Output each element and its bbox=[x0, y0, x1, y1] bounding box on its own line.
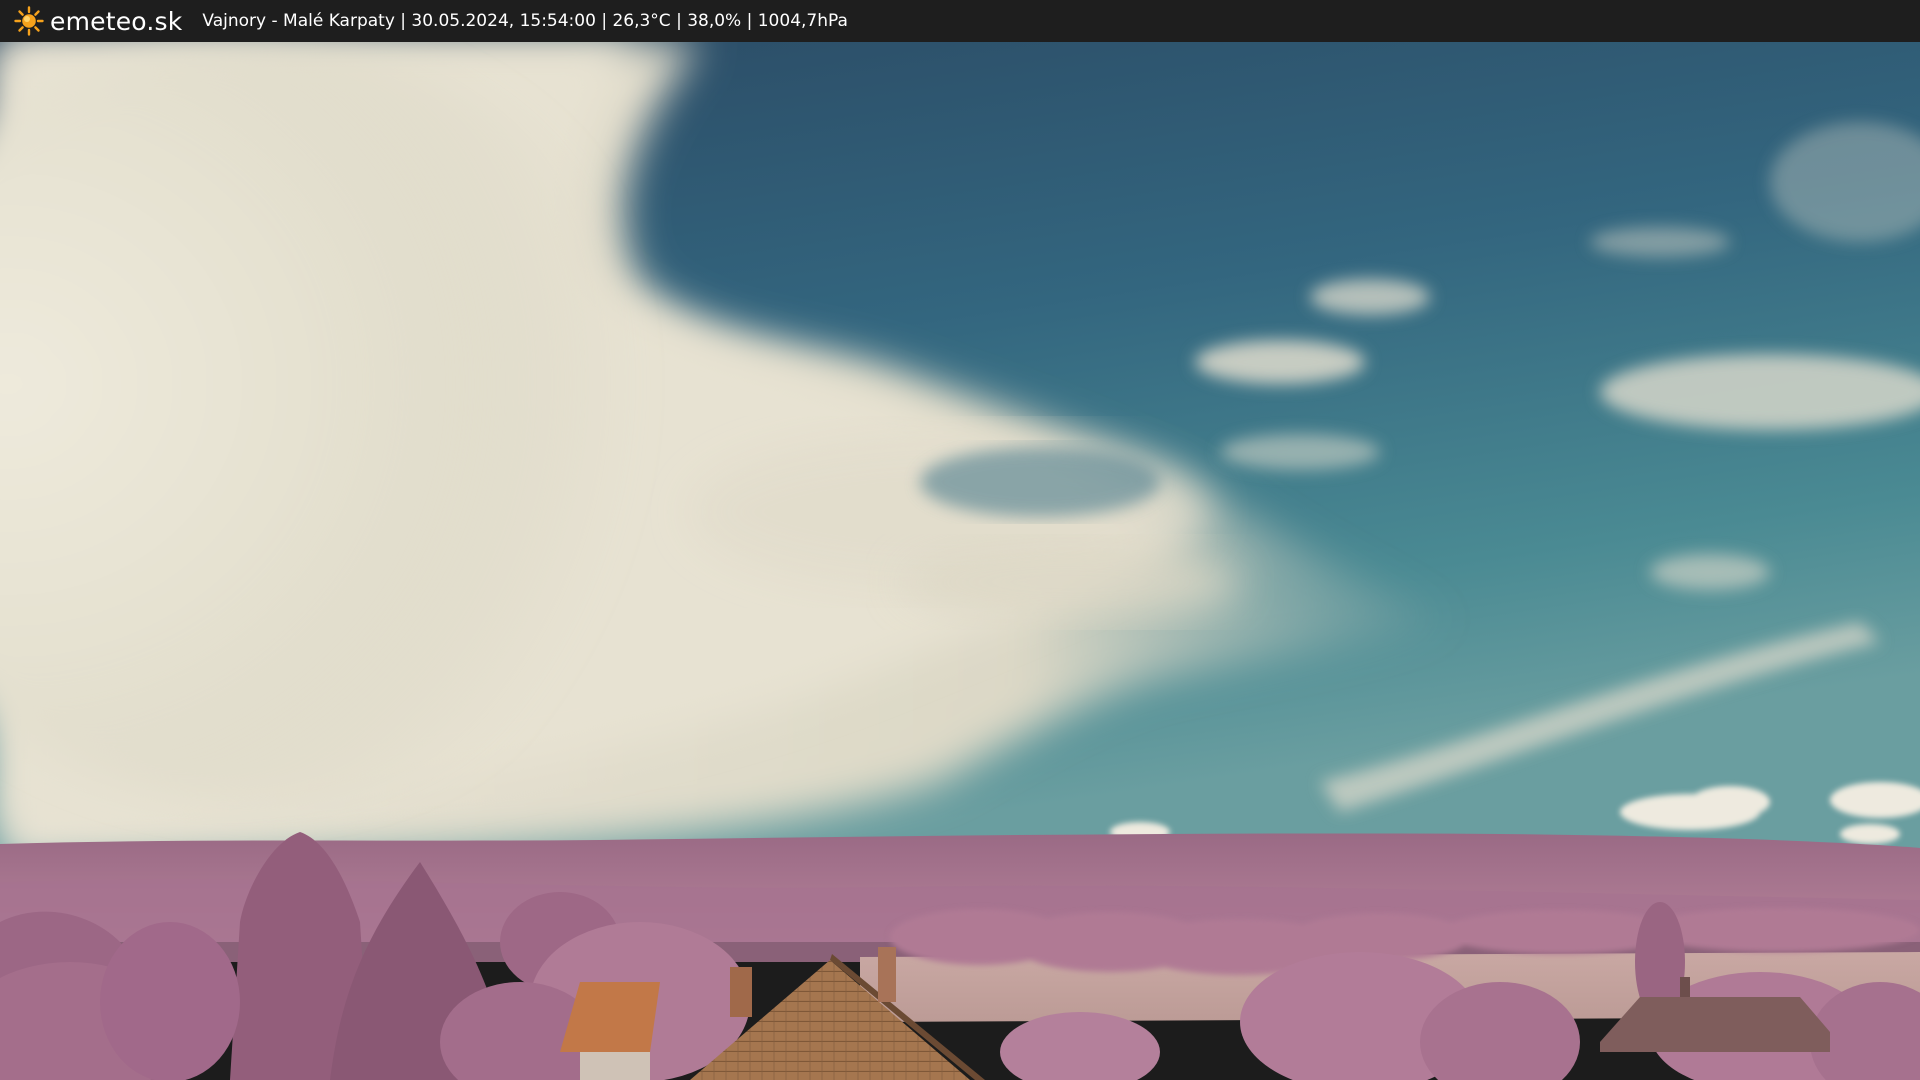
webcam-caption: Vajnory - Malé Karpaty | 30.05.2024, 15:… bbox=[202, 11, 848, 31]
logo[interactable]: emeteo.sk bbox=[14, 6, 182, 36]
webcam-scene bbox=[0, 42, 1920, 1080]
webcam-frame: emeteo.sk Vajnory - Malé Karpaty | 30.05… bbox=[0, 0, 1920, 1080]
brand-name: emeteo.sk bbox=[50, 6, 183, 36]
top-bar: emeteo.sk Vajnory - Malé Karpaty | 30.05… bbox=[0, 0, 1920, 42]
sun-icon bbox=[14, 6, 44, 36]
